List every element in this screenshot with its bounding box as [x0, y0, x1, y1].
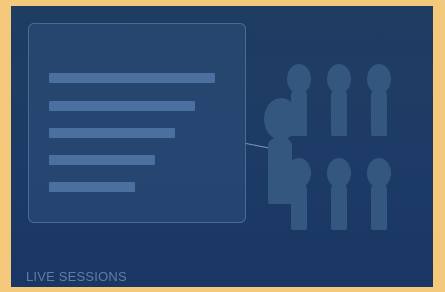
audience-body	[331, 182, 347, 230]
screen-bar-5	[49, 182, 135, 192]
audience-figure-2	[327, 64, 351, 136]
screen-bar-2	[49, 101, 195, 111]
audience-body	[291, 182, 307, 230]
illustration-frame: LIVE SESSIONS	[0, 0, 445, 292]
live-sessions-illustration: LIVE SESSIONS	[11, 6, 433, 287]
audience-body	[291, 88, 307, 136]
audience-body	[371, 182, 387, 230]
audience-figure-5	[327, 158, 351, 230]
audience-figure-6	[367, 158, 391, 230]
presentation-screen	[28, 23, 246, 223]
screen-bar-1	[49, 73, 215, 83]
screen-bar-4	[49, 155, 155, 165]
audience-figure-3	[367, 64, 391, 136]
live-sessions-caption: LIVE SESSIONS	[26, 269, 127, 284]
screen-bar-3	[49, 128, 175, 138]
audience-figure-4	[287, 158, 311, 230]
audience-body	[331, 88, 347, 136]
audience-body	[371, 88, 387, 136]
audience-figure-1	[287, 64, 311, 136]
